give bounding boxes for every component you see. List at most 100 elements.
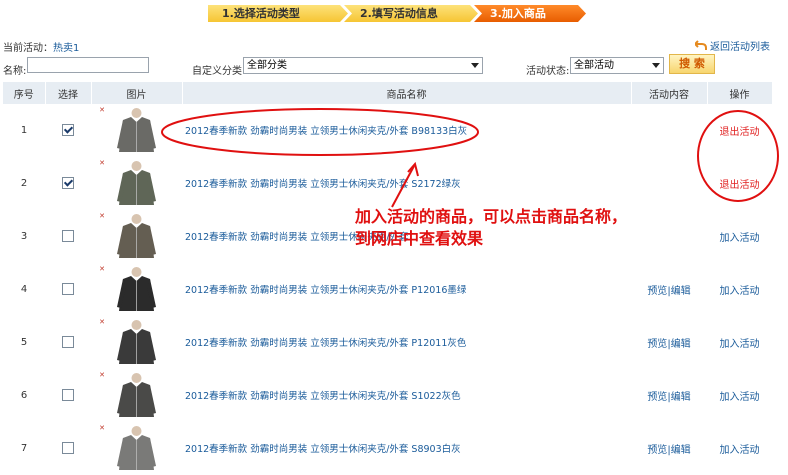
join-activity-button[interactable]: 加入活动 <box>707 421 772 475</box>
row-number: 3 <box>3 209 45 263</box>
current-activity-label: 当前活动： <box>3 43 53 54</box>
brand-logo-icon: ✕ <box>99 318 105 326</box>
product-name-link[interactable]: 2012春季新款 劲霸时尚男装 立领男士休闲夹克/外套 S8903白灰 <box>182 421 631 475</box>
category-select[interactable]: 全部分类 <box>243 57 483 74</box>
name-label: 名称: <box>3 66 27 77</box>
row-image-cell: ✕ <box>91 156 182 210</box>
row-select-cell <box>45 421 91 475</box>
jacket-image <box>117 426 156 470</box>
row-select-cell <box>45 156 91 210</box>
row-image-cell: ✕ <box>91 421 182 475</box>
row-checkbox[interactable] <box>62 177 74 189</box>
col-header-action: 操作 <box>707 82 773 104</box>
col-header-select: 选择 <box>45 82 92 104</box>
product-name-link[interactable]: 2012春季新款 劲霸时尚男装 立领男士休闲夹克/外套 P12016墨绿 <box>182 262 631 316</box>
back-to-list-link[interactable]: 返回活动列表 <box>695 38 770 53</box>
product-table: 序号 选择 图片 商品名称 活动内容 操作 1 ✕ 2012春季新款 劲霸时尚男装 … <box>3 82 773 475</box>
row-checkbox[interactable] <box>62 442 74 454</box>
col-header-name: 商品名称 <box>182 82 632 104</box>
row-checkbox[interactable] <box>62 124 74 136</box>
exit-activity-button[interactable]: 退出活动 <box>707 156 772 210</box>
status-select[interactable]: 全部活动 <box>570 57 664 74</box>
jacket-image <box>117 267 156 311</box>
table-row: 5 ✕ 2012春季新款 劲霸时尚男装 立领男士休闲夹克/外套 P12011灰色 预览… <box>3 315 772 369</box>
annotation-line-1: 加入活动的商品，可以点击商品名称， <box>355 207 628 226</box>
jacket-image <box>117 161 156 205</box>
product-thumbnail[interactable]: ✕ <box>99 371 174 417</box>
step-progress: 1.选择活动类型 2.填写活动信息 3.加入商品 <box>208 5 586 22</box>
row-number: 1 <box>3 104 45 157</box>
jacket-image <box>117 373 156 417</box>
product-thumbnail[interactable]: ✕ <box>99 106 174 152</box>
return-arrow-icon <box>695 40 707 50</box>
activity-content-cell: 预览|编辑 <box>631 262 707 316</box>
brand-logo-icon: ✕ <box>99 424 105 432</box>
edit-link[interactable]: 编辑 <box>671 392 691 403</box>
table-row: 1 ✕ 2012春季新款 劲霸时尚男装 立领男士休闲夹克/外套 B98133白灰 退出… <box>3 104 772 157</box>
annotation-line-2: 到网店中查看效果 <box>355 229 484 248</box>
row-checkbox[interactable] <box>62 389 74 401</box>
activity-content-cell: 预览|编辑 <box>631 315 707 369</box>
search-button[interactable]: 搜 索 <box>669 54 715 74</box>
product-thumbnail[interactable]: ✕ <box>99 424 174 470</box>
row-select-cell <box>45 368 91 422</box>
activity-content-cell <box>631 156 707 210</box>
preview-link[interactable]: 预览 <box>647 286 667 297</box>
product-name-link[interactable]: 2012春季新款 劲霸时尚男装 立领男士休闲夹克/外套 B98133白灰 <box>182 104 631 157</box>
name-input[interactable] <box>27 57 149 73</box>
row-number: 5 <box>3 315 45 369</box>
row-checkbox[interactable] <box>62 230 74 242</box>
row-number: 2 <box>3 156 45 210</box>
product-thumbnail[interactable]: ✕ <box>99 318 174 364</box>
row-select-cell <box>45 209 91 263</box>
row-select-cell <box>45 262 91 316</box>
row-checkbox[interactable] <box>62 283 74 295</box>
row-number: 7 <box>3 421 45 475</box>
current-activity-value: 热卖1 <box>53 43 80 54</box>
product-name-link[interactable]: 2012春季新款 劲霸时尚男装 立领男士休闲夹克/外套 S1022灰色 <box>182 368 631 422</box>
edit-link[interactable]: 编辑 <box>671 286 691 297</box>
edit-link[interactable]: 编辑 <box>671 445 691 456</box>
row-number: 4 <box>3 262 45 316</box>
status-label: 活动状态: <box>526 66 570 77</box>
row-select-cell <box>45 104 91 157</box>
join-activity-button[interactable]: 加入活动 <box>707 209 772 263</box>
brand-logo-icon: ✕ <box>99 371 105 379</box>
step-2: 2.填写活动信息 <box>344 5 478 22</box>
preview-link[interactable]: 预览 <box>647 339 667 350</box>
row-image-cell: ✕ <box>91 262 182 316</box>
product-name-link[interactable]: 2012春季新款 劲霸时尚男装 立领男士休闲夹克/外套 P12011灰色 <box>182 315 631 369</box>
join-activity-button[interactable]: 加入活动 <box>707 368 772 422</box>
table-row: 6 ✕ 2012春季新款 劲霸时尚男装 立领男士休闲夹克/外套 S1022灰色 预览|… <box>3 368 772 422</box>
step-1: 1.选择活动类型 <box>208 5 348 22</box>
col-header-activity: 活动内容 <box>631 82 708 104</box>
preview-link[interactable]: 预览 <box>647 392 667 403</box>
activity-content-cell <box>631 104 707 157</box>
product-thumbnail[interactable]: ✕ <box>99 265 174 311</box>
chevron-down-icon <box>471 63 479 68</box>
filter-bar: 名称: 自定义分类: 全部分类 活动状态: 全部活动 搜 索 <box>0 54 788 77</box>
join-activity-button[interactable]: 加入活动 <box>707 262 772 316</box>
product-thumbnail[interactable]: ✕ <box>99 212 174 258</box>
brand-logo-icon: ✕ <box>99 159 105 167</box>
row-image-cell: ✕ <box>91 368 182 422</box>
row-select-cell <box>45 315 91 369</box>
product-name-link[interactable]: 2012春季新款 劲霸时尚男装 立领男士休闲夹克/外套 S2172绿灰 <box>182 156 631 210</box>
preview-link[interactable]: 预览 <box>647 445 667 456</box>
jacket-image <box>117 320 156 364</box>
col-header-no: 序号 <box>3 82 46 104</box>
back-to-list-label: 返回活动列表 <box>710 42 770 53</box>
chevron-down-icon <box>652 63 660 68</box>
row-checkbox[interactable] <box>62 336 74 348</box>
activity-content-cell: 预览|编辑 <box>631 421 707 475</box>
col-header-image: 图片 <box>91 82 183 104</box>
annotation-text: 加入活动的商品，可以点击商品名称， 到网店中查看效果 <box>355 206 627 250</box>
activity-content-cell: 预览|编辑 <box>631 368 707 422</box>
table-row: 2 ✕ 2012春季新款 劲霸时尚男装 立领男士休闲夹克/外套 S2172绿灰 退出活… <box>3 156 772 210</box>
brand-logo-icon: ✕ <box>99 106 105 114</box>
row-image-cell: ✕ <box>91 209 182 263</box>
product-thumbnail[interactable]: ✕ <box>99 159 174 205</box>
edit-link[interactable]: 编辑 <box>671 339 691 350</box>
exit-activity-button[interactable]: 退出活动 <box>707 104 772 157</box>
join-activity-button[interactable]: 加入活动 <box>707 315 772 369</box>
